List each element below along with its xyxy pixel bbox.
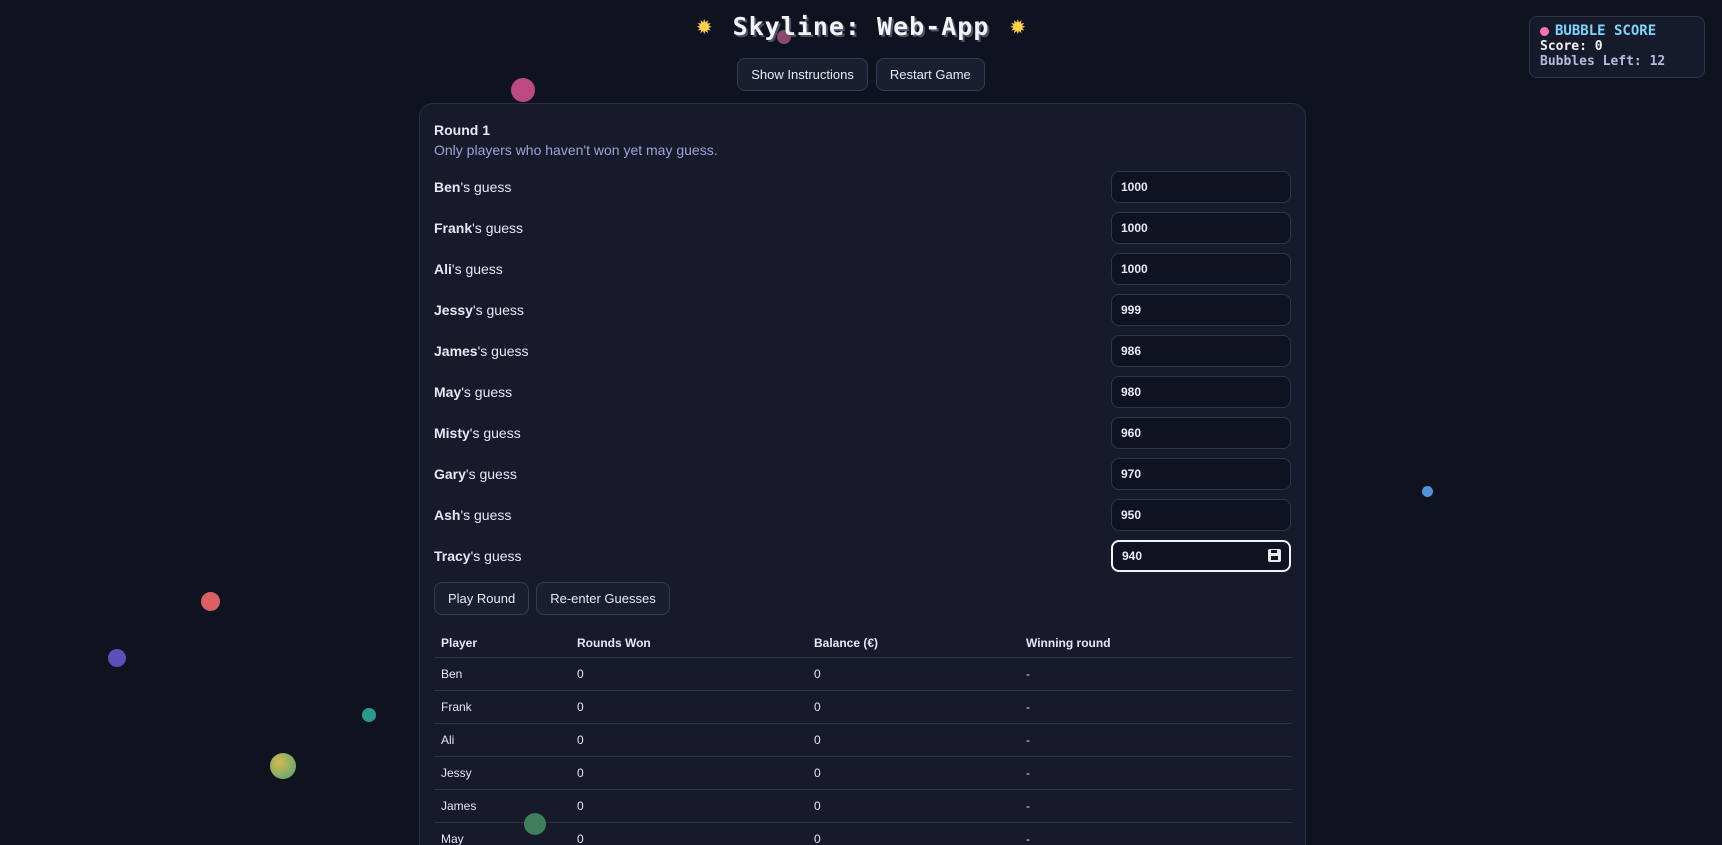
guess-label: Frank's guess	[434, 219, 524, 236]
bubble[interactable]	[1422, 486, 1433, 497]
guess-row: Ben's guess	[434, 166, 1291, 207]
page: ✹ Skyline: Web-App ✹ Show Instructions R…	[0, 0, 1722, 845]
table-cell: 0	[570, 822, 807, 845]
show-instructions-button[interactable]: Show Instructions	[737, 58, 868, 91]
table-cell: James	[434, 789, 570, 823]
guess-label: Ben's guess	[434, 178, 512, 195]
guess-label: Jessy's guess	[434, 301, 524, 318]
guess-label: Ash's guess	[434, 506, 512, 523]
guess-label: Gary's guess	[434, 465, 517, 482]
guess-list: Ben's guess Frank's guess Ali's guess Je…	[434, 166, 1291, 576]
table-cell: Ben	[434, 657, 570, 691]
guess-label: May's guess	[434, 383, 513, 400]
table-cell: 0	[807, 789, 1019, 823]
guess-row: Jessy's guess	[434, 289, 1291, 330]
score-value: Score: 0	[1540, 39, 1603, 54]
table-row: Ben 0 0 -	[434, 657, 1292, 691]
guess-row: Gary's guess	[434, 453, 1291, 494]
table-cell: 0	[570, 723, 807, 757]
score-heading: BUBBLE SCORE	[1540, 23, 1694, 39]
page-header: ✹ Skyline: Web-App ✹	[0, 12, 1722, 41]
bubbles-left: Bubbles Left: 12	[1540, 54, 1666, 69]
table-cell: 0	[570, 657, 807, 691]
table-cell: -	[1019, 723, 1292, 757]
guess-row: James's guess	[434, 330, 1291, 371]
guess-input[interactable]	[1111, 498, 1291, 531]
table-cell: -	[1019, 657, 1292, 691]
bubble[interactable]	[270, 753, 296, 779]
table-row: James 0 0 -	[434, 789, 1292, 823]
sun-icon: ✹	[695, 14, 713, 39]
restart-game-button[interactable]: Restart Game	[875, 58, 985, 91]
guess-input[interactable]	[1111, 170, 1291, 203]
guess-input[interactable]	[1111, 211, 1291, 244]
table-cell: -	[1019, 789, 1292, 823]
column-header-player: Player	[434, 629, 570, 658]
guess-row: Tracy's guess	[434, 535, 1291, 576]
guess-input[interactable]	[1111, 334, 1291, 367]
guess-input[interactable]	[1111, 252, 1291, 285]
table-row: Frank 0 0 -	[434, 690, 1292, 724]
bubble[interactable]	[108, 649, 126, 667]
play-round-button[interactable]: Play Round	[434, 582, 530, 615]
table-cell: May	[434, 822, 570, 845]
guess-input-wrapper	[1111, 539, 1291, 572]
guess-row: Frank's guess	[434, 207, 1291, 248]
top-actions: Show Instructions Restart Game	[0, 58, 1722, 91]
bubble-icon	[1540, 26, 1549, 36]
page-title: Skyline: Web-App	[732, 12, 990, 41]
guess-input[interactable]	[1111, 416, 1291, 449]
bubble[interactable]	[524, 813, 546, 835]
bubble-score-panel: BUBBLE SCORE Score: 0 Bubbles Left: 12	[1529, 16, 1705, 78]
save-icon[interactable]	[1268, 548, 1281, 562]
table-cell: -	[1019, 822, 1292, 845]
table-cell: 0	[807, 822, 1019, 845]
guess-row: May's guess	[434, 371, 1291, 412]
guess-row: Ali's guess	[434, 248, 1291, 289]
guess-label: Misty's guess	[434, 424, 521, 441]
table-header-row: Player Rounds Won Balance (€) Winning ro…	[434, 629, 1292, 658]
column-header-rounds-won: Rounds Won	[570, 629, 807, 658]
table-cell: 0	[570, 690, 807, 724]
table-cell: 0	[570, 789, 807, 823]
guess-label: Ali's guess	[434, 260, 503, 277]
reenter-guesses-button[interactable]: Re-enter Guesses	[536, 582, 670, 615]
table-row: May 0 0 -	[434, 822, 1292, 845]
round-actions: Play Round Re-enter Guesses	[434, 582, 1291, 615]
table-cell: Jessy	[434, 756, 570, 790]
table-cell: 0	[807, 657, 1019, 691]
table-cell: 0	[807, 756, 1019, 790]
table-cell: Frank	[434, 690, 570, 724]
table-cell: 0	[570, 756, 807, 790]
score-heading-label: BUBBLE SCORE	[1555, 23, 1657, 39]
guess-input[interactable]	[1111, 375, 1291, 408]
table-cell: Ali	[434, 723, 570, 757]
table-cell: 0	[807, 690, 1019, 724]
table-row: Ali 0 0 -	[434, 723, 1292, 757]
guess-input[interactable]	[1111, 293, 1291, 326]
guess-label: James's guess	[434, 342, 529, 359]
round-subtitle: Only players who haven't won yet may gue…	[434, 142, 718, 158]
guess-input-focused[interactable]	[1111, 539, 1291, 572]
round-card: Round 1 Only players who haven't won yet…	[419, 103, 1306, 845]
table-cell: -	[1019, 690, 1292, 724]
round-title: Round 1	[434, 122, 490, 138]
column-header-balance: Balance (€)	[807, 629, 1019, 658]
sun-icon: ✹	[1009, 14, 1027, 39]
bubble[interactable]	[362, 708, 376, 722]
column-header-winning-round: Winning round	[1019, 629, 1292, 658]
table-cell: -	[1019, 756, 1292, 790]
guess-label: Tracy's guess	[434, 547, 522, 564]
guess-row: Misty's guess	[434, 412, 1291, 453]
guess-row: Ash's guess	[434, 494, 1291, 535]
standings-table: Player Rounds Won Balance (€) Winning ro…	[434, 629, 1292, 845]
guess-input[interactable]	[1111, 457, 1291, 490]
table-row: Jessy 0 0 -	[434, 756, 1292, 790]
bubble[interactable]	[201, 592, 220, 611]
table-cell: 0	[807, 723, 1019, 757]
